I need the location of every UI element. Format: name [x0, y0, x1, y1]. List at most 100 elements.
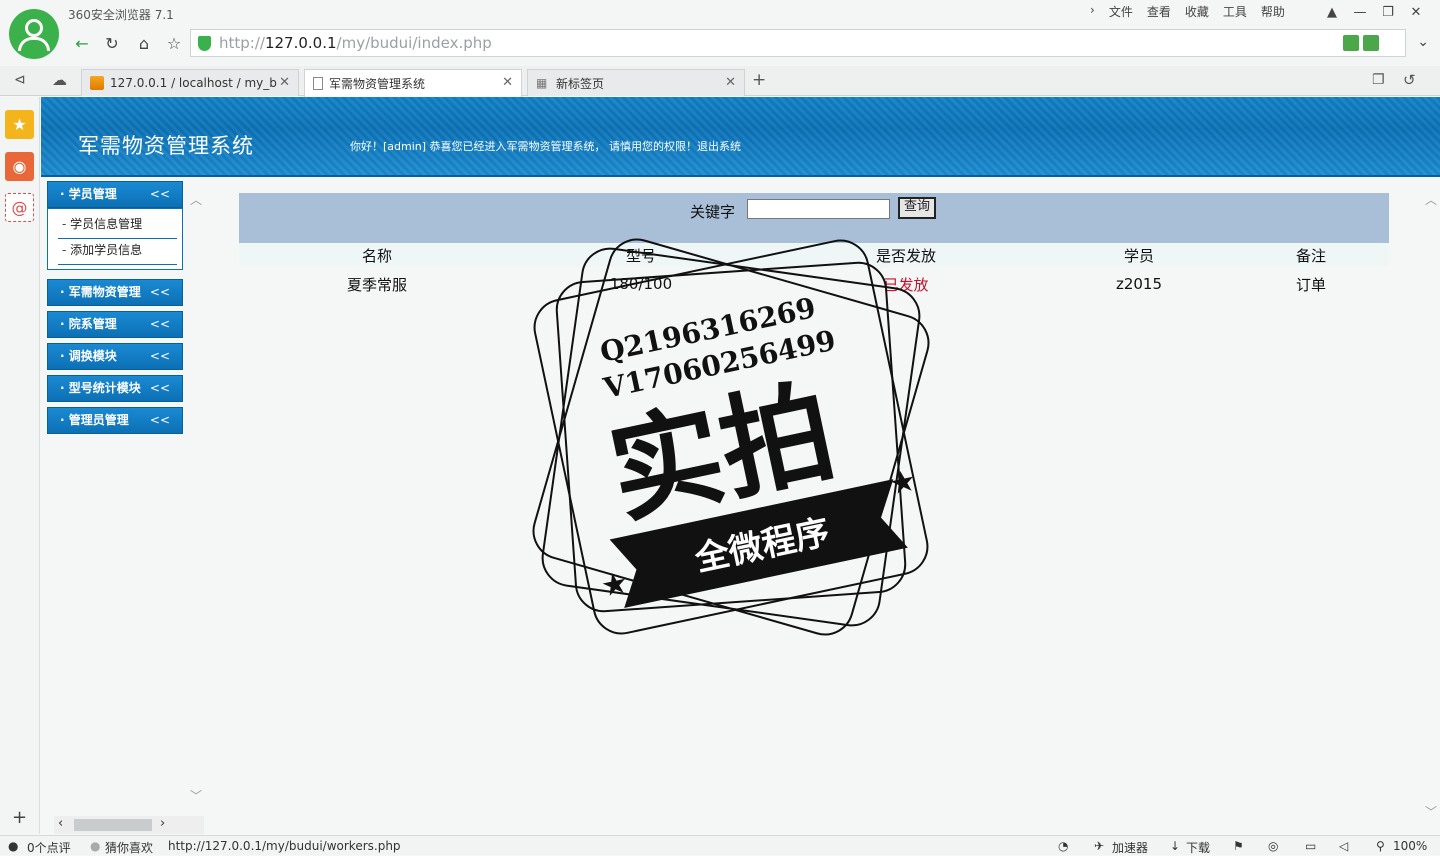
- nav-group-size-stats[interactable]: · 型号统计模块 <<: [47, 375, 183, 402]
- collapse-icon[interactable]: <<: [150, 280, 170, 305]
- close-tab-icon[interactable]: ✕: [502, 75, 513, 90]
- query-button[interactable]: 查询: [898, 197, 936, 219]
- grid-icon: ▦: [536, 76, 548, 90]
- nav-item-student-info[interactable]: 学员信息管理: [58, 213, 177, 239]
- guess-you-like[interactable]: 猜你喜欢: [105, 839, 153, 856]
- window-icon[interactable]: ▭: [1305, 839, 1316, 853]
- zoom-icon[interactable]: ⚲: [1376, 839, 1385, 853]
- web-page: 军需物资管理系统 你好！[admin] 恭喜您已经进入军需物资管理系统， 请慎用…: [41, 97, 1440, 834]
- download-label[interactable]: 下载: [1186, 839, 1210, 856]
- welcome-message[interactable]: 你好！[admin] 恭喜您已经进入军需物资管理系统， 请慎用您的权限！退出系统: [350, 138, 741, 154]
- sidebar-toggle-icon[interactable]: ⊲: [14, 72, 26, 88]
- scroll-left-icon[interactable]: ‹: [58, 816, 63, 831]
- ie-icon[interactable]: ◎: [1268, 839, 1278, 853]
- menu-view[interactable]: 查看: [1147, 3, 1171, 20]
- address-url[interactable]: http://127.0.0.1/my/budui/index.php: [219, 34, 492, 52]
- tab-system[interactable]: 军需物资管理系统 ✕: [304, 69, 522, 97]
- nav-group-departments[interactable]: · 院系管理 <<: [47, 311, 183, 338]
- download-icon[interactable]: ↓: [1170, 839, 1180, 853]
- star-icon[interactable]: ☆: [162, 31, 186, 55]
- keyword-input[interactable]: [747, 199, 890, 219]
- collapse-icon[interactable]: <<: [150, 344, 170, 369]
- browser-title: 360安全浏览器 7.1: [68, 8, 174, 22]
- add-icon[interactable]: +: [12, 807, 27, 828]
- flag-icon[interactable]: ⚑: [1233, 839, 1244, 853]
- tab-strip: ⊲ ☁ 127.0.0.1 / localhost / my_b ✕ 军需物资管…: [0, 66, 1440, 97]
- nav-submenu-students: 学员信息管理 添加学员信息: [47, 208, 183, 270]
- history-icon[interactable]: ◔: [1058, 839, 1068, 853]
- home-icon[interactable]: ⌂: [132, 31, 156, 55]
- browser-chrome: 360安全浏览器 7.1 › 文件 查看 收藏 工具 帮助 ▲ — ❐ ✕ ← …: [0, 0, 1440, 66]
- refresh-icon[interactable]: ↻: [100, 31, 124, 55]
- comments-icon[interactable]: ●: [8, 839, 18, 853]
- left-nav: · 学员管理<< 学员信息管理 添加学员信息 · 军需物资管理<< · 院系管理…: [47, 181, 184, 439]
- window-controls: ▲ — ❐ ✕: [1318, 2, 1430, 22]
- horizontal-scrollbar[interactable]: ‹ ›: [54, 816, 204, 834]
- mail-icon[interactable]: @: [5, 193, 34, 222]
- skin-icon[interactable]: ▲: [1318, 2, 1346, 22]
- scroll-right-icon[interactable]: ›: [160, 816, 165, 831]
- share-icon[interactable]: [1343, 35, 1359, 51]
- accelerator-icon[interactable]: ✈: [1094, 839, 1104, 853]
- address-row: ← ↻ ⌂ ☆ http://127.0.0.1/my/budui/index.…: [66, 29, 1432, 57]
- dropdown-icon[interactable]: ⌄: [1417, 34, 1429, 50]
- col-name: 名称: [361, 246, 392, 265]
- undo-close-icon[interactable]: ↺: [1403, 71, 1416, 89]
- col-student: 学员: [1123, 246, 1154, 265]
- security-shield-icon: [198, 36, 211, 51]
- menu-file[interactable]: 文件: [1109, 3, 1133, 20]
- guess-icon[interactable]: ●: [90, 839, 100, 853]
- close-window-icon[interactable]: ✕: [1402, 2, 1430, 22]
- menu-tools[interactable]: 工具: [1223, 3, 1247, 20]
- collapse-icon[interactable]: <<: [150, 312, 170, 337]
- cell-student: z2015: [1115, 275, 1163, 293]
- collapse-icon[interactable]: <<: [150, 408, 170, 433]
- tab-new[interactable]: ▦ 新标签页 ✕: [527, 69, 745, 96]
- nav-group-students[interactable]: · 学员管理 <<: [47, 181, 183, 208]
- menu-collapse-icon[interactable]: ›: [1090, 3, 1095, 20]
- menu-favorites[interactable]: 收藏: [1185, 3, 1209, 20]
- menu-help[interactable]: 帮助: [1261, 3, 1285, 20]
- nav-scroll-down-icon[interactable]: ﹀: [190, 787, 202, 804]
- cell-remark: 订单: [1295, 275, 1326, 294]
- cell-name: 夏季常服: [346, 275, 407, 294]
- content-scroll-up-icon[interactable]: ︿: [1425, 191, 1437, 208]
- svg-text:★: ★: [598, 565, 632, 605]
- watermark-stamp: Q2196316269 V17060256499 实拍 全微程序 ★ ★: [532, 238, 930, 636]
- cloud-icon[interactable]: ☁: [52, 71, 67, 89]
- zoom-level[interactable]: 100%: [1393, 839, 1427, 853]
- nav-group-admins[interactable]: · 管理员管理 <<: [47, 407, 183, 434]
- collapse-icon[interactable]: <<: [150, 376, 170, 401]
- phpmyadmin-icon: [90, 76, 104, 90]
- new-tab-icon[interactable]: +: [752, 70, 766, 90]
- content-scroll-down-icon[interactable]: ﹀: [1425, 803, 1437, 820]
- collapse-icon[interactable]: <<: [150, 182, 170, 207]
- page-header: 军需物资管理系统 你好！[admin] 恭喜您已经进入军需物资管理系统， 请慎用…: [41, 97, 1440, 177]
- tab-phpmyadmin[interactable]: 127.0.0.1 / localhost / my_b ✕: [81, 69, 299, 96]
- col-remark: 备注: [1295, 246, 1326, 265]
- browser-menubar: › 文件 查看 收藏 工具 帮助: [1090, 3, 1285, 20]
- scroll-thumb[interactable]: [74, 819, 152, 831]
- nav-item-add-student[interactable]: 添加学员信息: [58, 239, 177, 265]
- hover-url: http://127.0.0.1/my/budui/workers.php: [168, 839, 401, 853]
- keyword-label: 关键字: [690, 203, 736, 221]
- close-tab-icon[interactable]: ✕: [279, 75, 290, 90]
- restore-icon[interactable]: ❐: [1374, 2, 1402, 22]
- sound-icon[interactable]: ◁: [1339, 839, 1348, 853]
- nav-group-supplies[interactable]: · 军需物资管理 <<: [47, 279, 183, 306]
- minimize-icon[interactable]: —: [1346, 2, 1374, 22]
- page-icon: [313, 77, 323, 90]
- browser-sidebar: ★ ◉ @ +: [0, 97, 40, 834]
- back-icon[interactable]: ←: [70, 31, 94, 55]
- accelerator-label[interactable]: 加速器: [1112, 839, 1148, 856]
- favorites-star-icon[interactable]: ★: [5, 110, 34, 139]
- leaf-icon[interactable]: [1363, 35, 1379, 51]
- weibo-icon[interactable]: ◉: [5, 152, 34, 181]
- nav-scroll-up-icon[interactable]: ︿: [190, 191, 202, 208]
- close-tab-icon[interactable]: ✕: [725, 75, 736, 90]
- address-bar[interactable]: http://127.0.0.1/my/budui/index.php ⌄: [190, 29, 1429, 57]
- user-avatar-icon[interactable]: [9, 9, 59, 59]
- comments-count[interactable]: 0个点评: [27, 839, 71, 856]
- tab-list-icon[interactable]: ❐: [1372, 72, 1385, 88]
- nav-group-exchange[interactable]: · 调换模块 <<: [47, 343, 183, 370]
